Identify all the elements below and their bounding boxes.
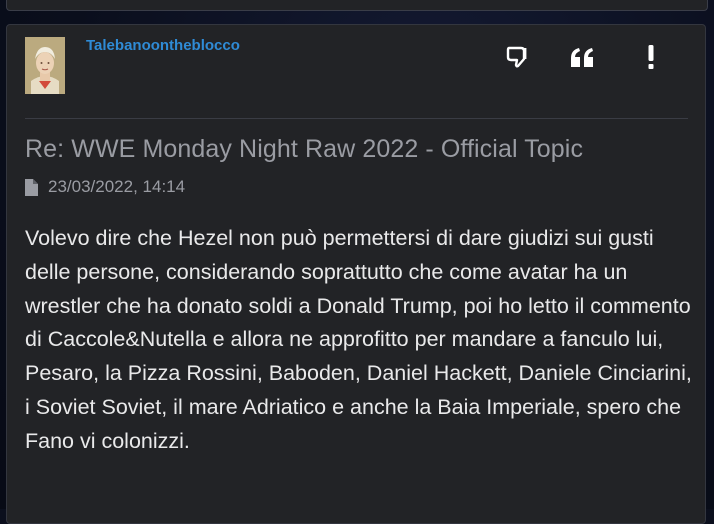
post-body-text: Volevo dire che Hezel non può permetters… [25,226,692,453]
exclamation-icon [648,45,654,69]
report-button[interactable] [637,43,665,71]
avatar-portrait-icon [25,37,65,94]
document-icon [25,178,38,196]
post-date[interactable]: 23/03/2022, 14:14 [48,177,185,197]
dislike-button[interactable] [503,43,531,71]
post-author-username[interactable]: Talebanoontheblocco [86,37,240,54]
post-meta: 23/03/2022, 14:14 [25,177,185,197]
post-header-divider [25,118,688,119]
user-avatar[interactable] [25,37,65,94]
previous-post-card [6,0,708,11]
post-title[interactable]: Re: WWE Monday Night Raw 2022 - Official… [25,135,583,164]
quote-icon [571,48,593,67]
forum-post: Talebanoontheblocco Re: WWE Monday Night… [6,24,706,524]
thumbs-down-icon [506,46,527,68]
quote-button[interactable] [569,43,597,71]
